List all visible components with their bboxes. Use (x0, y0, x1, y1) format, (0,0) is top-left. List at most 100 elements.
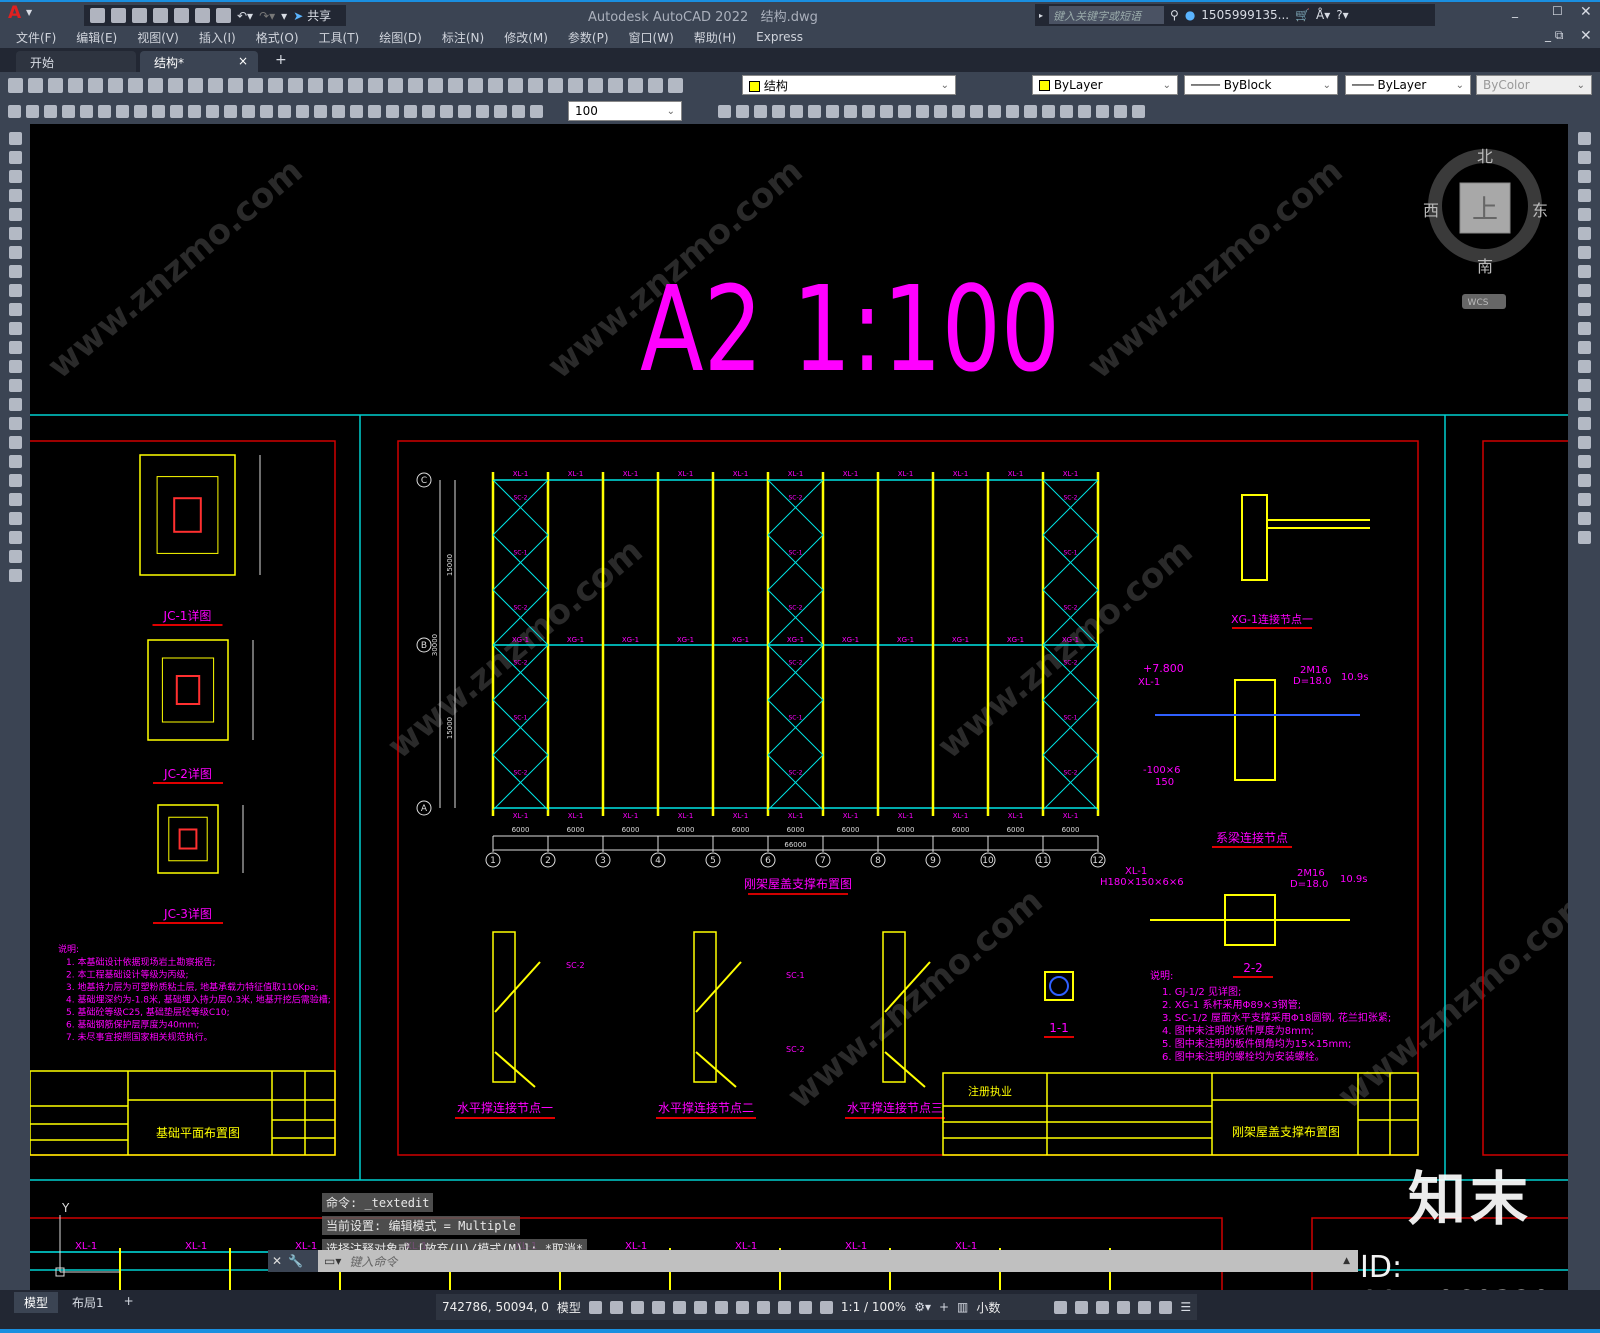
compass-east[interactable]: 东 (1532, 201, 1548, 220)
model-space-toggle[interactable]: 模型 (557, 1299, 581, 1316)
coordinates-readout[interactable]: 742786, 50094, 0 (442, 1300, 549, 1314)
modify-tool-icon[interactable] (718, 104, 731, 118)
dimension-tool-icon[interactable] (242, 104, 255, 118)
menu-item[interactable]: 视图(V) (137, 29, 179, 46)
modify-tool-icon[interactable] (1096, 104, 1109, 118)
dimension-tool-icon[interactable] (404, 104, 417, 118)
toolbar-tool-icon[interactable] (668, 77, 683, 93)
toolbar-tool-icon[interactable] (128, 77, 143, 93)
dimension-tool-icon[interactable] (476, 104, 489, 118)
command-prompt-icon[interactable]: ▭▾ (324, 1254, 341, 1268)
modify-tool-icon[interactable] (1042, 104, 1055, 118)
modify-tool-icon[interactable] (1577, 379, 1591, 392)
search-icon[interactable]: ⚲ (1170, 8, 1179, 22)
mobile-icon[interactable] (195, 8, 210, 23)
modify-tool-icon[interactable] (988, 104, 1001, 118)
status-toggle-icon[interactable] (651, 1300, 665, 1314)
save-icon[interactable] (132, 8, 147, 23)
tab-structure[interactable]: 结构* × (140, 51, 258, 72)
tab-layout1[interactable]: 布局1 (62, 1292, 114, 1313)
toolbar-tool-icon[interactable] (148, 77, 163, 93)
toolbar-tool-icon[interactable] (468, 77, 483, 93)
status-toggle-icon[interactable] (819, 1300, 833, 1314)
modify-tool-icon[interactable] (1577, 303, 1591, 316)
save-as-icon[interactable] (153, 8, 168, 23)
dimension-tool-icon[interactable] (224, 104, 237, 118)
draw-tool-icon[interactable] (8, 550, 22, 563)
autodesk-icon[interactable]: Å▾ (1316, 8, 1330, 22)
status-toggle-icon[interactable] (756, 1300, 770, 1314)
app-menu-chevron-icon[interactable]: ▼ (26, 8, 32, 17)
modify-tool-icon[interactable] (1577, 170, 1591, 183)
menu-item[interactable]: 工具(T) (319, 29, 360, 46)
modify-tool-icon[interactable] (1577, 417, 1591, 430)
redo-icon[interactable]: ↷▾ (259, 9, 275, 23)
toolbar-tool-icon[interactable] (548, 77, 563, 93)
draw-tool-icon[interactable] (8, 189, 22, 202)
draw-tool-icon[interactable] (8, 322, 22, 335)
search-input[interactable]: 键入关键字或短语 (1049, 6, 1165, 24)
dimension-tool-icon[interactable] (494, 104, 507, 118)
modify-tool-icon[interactable] (916, 104, 929, 118)
toolbar-tool-icon[interactable] (308, 77, 323, 93)
draw-tool-icon[interactable] (8, 455, 22, 468)
modify-tool-icon[interactable] (1006, 104, 1019, 118)
minimize-icon[interactable]: _ (1512, 4, 1518, 18)
dimension-tool-icon[interactable] (530, 104, 543, 118)
toolbar-tool-icon[interactable] (88, 77, 103, 93)
modify-tool-icon[interactable] (952, 104, 965, 118)
menu-item[interactable]: 标注(N) (442, 29, 484, 46)
draw-tool-icon[interactable] (8, 132, 22, 145)
menu-item[interactable]: 窗口(W) (629, 29, 674, 46)
menu-item[interactable]: 绘图(D) (379, 29, 422, 46)
dimension-tool-icon[interactable] (170, 104, 183, 118)
toolbar-tool-icon[interactable] (108, 77, 123, 93)
status-toggle-icon[interactable] (1159, 1300, 1173, 1314)
modify-tool-icon[interactable] (934, 104, 947, 118)
plot-icon[interactable] (216, 8, 231, 23)
dimension-tool-icon[interactable] (134, 104, 147, 118)
help-icon[interactable]: ?▾ (1336, 8, 1348, 22)
status-toggle-icon[interactable] (630, 1300, 644, 1314)
toolbar-tool-icon[interactable] (248, 77, 263, 93)
dimension-tool-icon[interactable] (188, 104, 201, 118)
toolbar-tool-icon[interactable] (528, 77, 543, 93)
modify-tool-icon[interactable] (1024, 104, 1037, 118)
dimension-tool-icon[interactable] (422, 104, 435, 118)
toolbar-tool-icon[interactable] (348, 77, 363, 93)
menu-item[interactable]: 文件(F) (16, 29, 56, 46)
plus-icon[interactable]: + (939, 1300, 949, 1314)
draw-tool-icon[interactable] (8, 284, 22, 297)
compass-north[interactable]: 北 (1477, 147, 1493, 166)
toolbar-tool-icon[interactable] (68, 77, 83, 93)
expand-icon[interactable]: ▸ (1039, 11, 1043, 20)
close-command-icon[interactable]: ✕ (272, 1254, 282, 1268)
tab-start[interactable]: 开始 (16, 51, 136, 72)
dimension-tool-icon[interactable] (44, 104, 57, 118)
status-toggle-icon[interactable] (672, 1300, 686, 1314)
workspace-gear-icon[interactable]: ⚙▾ (914, 1300, 931, 1314)
add-layout-icon[interactable]: + (118, 1292, 140, 1313)
modify-tool-icon[interactable] (1577, 436, 1591, 449)
modify-tool-icon[interactable] (1060, 104, 1073, 118)
modify-tool-icon[interactable] (1577, 246, 1591, 259)
menu-item[interactable]: 帮助(H) (694, 29, 736, 46)
linetype-dropdown[interactable]: ──── ByBlock ⌄ (1184, 75, 1338, 95)
modify-tool-icon[interactable] (772, 104, 785, 118)
status-toggle-icon[interactable] (693, 1300, 707, 1314)
doc-close-icon[interactable]: ✕ (1580, 28, 1592, 44)
user-icon[interactable]: ● (1185, 8, 1195, 22)
toolbar-tool-icon[interactable] (8, 77, 23, 93)
toolbar-tool-icon[interactable] (388, 77, 403, 93)
toolbar-tool-icon[interactable] (648, 77, 663, 93)
draw-tool-icon[interactable] (8, 246, 22, 259)
status-toggle-icon[interactable] (798, 1300, 812, 1314)
draw-tool-icon[interactable] (8, 303, 22, 316)
menu-item[interactable]: 编辑(E) (76, 29, 117, 46)
dimension-tool-icon[interactable] (458, 104, 471, 118)
undo-icon[interactable]: ↶▾ (237, 9, 253, 23)
dimension-tool-icon[interactable] (26, 104, 39, 118)
dimension-tool-icon[interactable] (260, 104, 273, 118)
publish-icon[interactable] (174, 8, 189, 23)
menu-item[interactable]: 参数(P) (568, 29, 609, 46)
